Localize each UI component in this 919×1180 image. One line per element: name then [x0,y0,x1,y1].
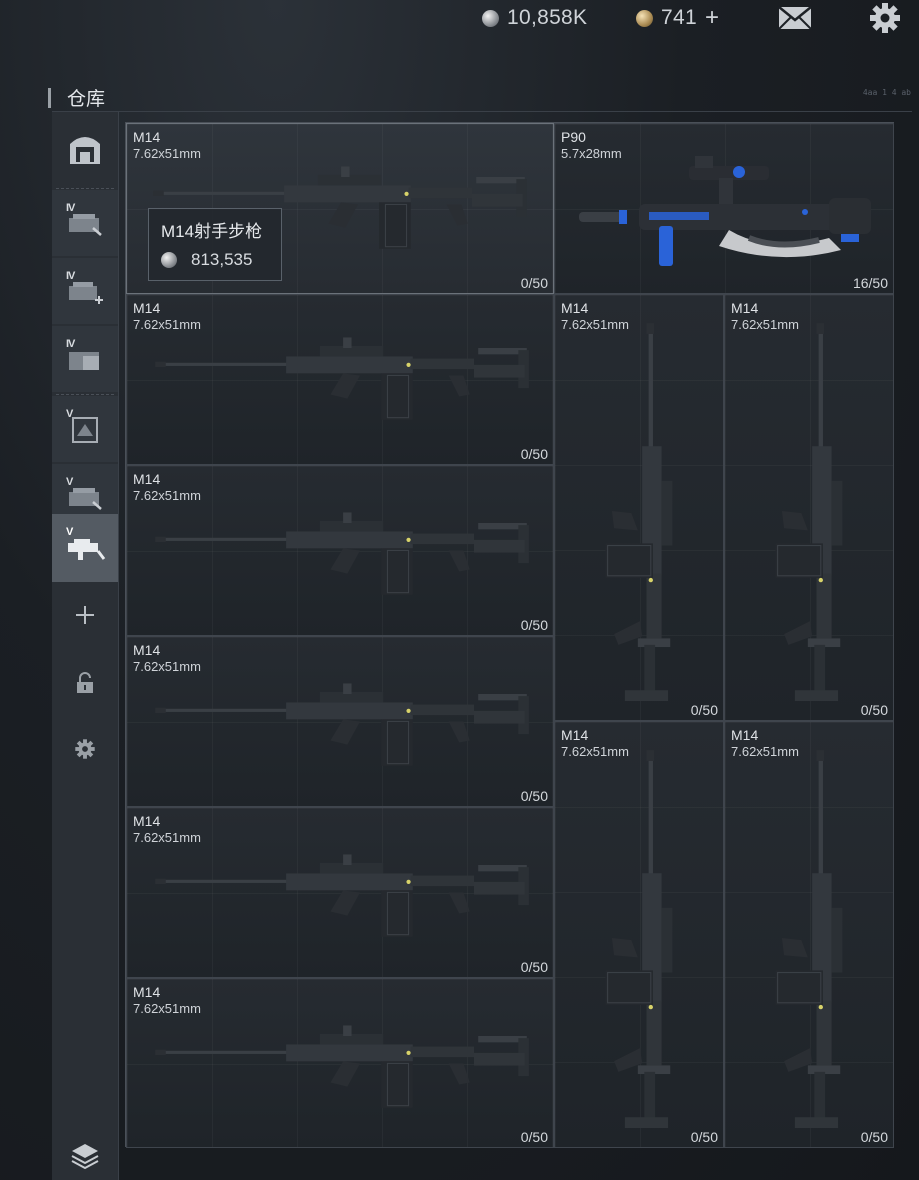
item-name: M14 [731,727,759,743]
m14-rifle-image [604,322,673,701]
storage-sidebar: IV IV IV V V V [52,112,119,1180]
tier-label: IV [66,338,75,350]
m14-rifle-image [154,853,530,938]
top-bar: 10,858K 741 + [0,0,919,40]
tier-label: V [66,408,73,420]
item-count: 0/50 [690,702,718,718]
grid-item-m14[interactable]: M14 7.62x51mm 0/50 [554,294,724,721]
grid-item-m14[interactable]: M14 7.62x51mm M14射手步枪 813,535 0/50 [126,123,554,294]
tooltip-item-name: M14射手步枪 [161,222,263,241]
sidebar-item-case-iv-3[interactable]: IV [52,326,118,392]
item-count: 0/50 [520,617,548,633]
item-name: M14 [731,300,759,316]
m14-rifle-image [154,336,530,421]
grid-item-m14[interactable]: M14 7.62x51mm 0/50 [126,807,554,978]
storage-header: 仓库 [48,84,105,111]
silver-currency[interactable]: 10,858K [482,6,587,30]
safe-box-icon [70,137,100,164]
tier-label: IV [66,270,75,282]
item-name: M14 [561,300,589,316]
lock-icon [77,672,93,693]
sidebar-lock-button[interactable] [52,650,118,716]
storage-title: 仓库 [67,89,106,110]
item-caliber: 7.62x51mm [133,659,201,674]
tier-label: V [66,526,73,538]
silver-coin-icon [482,9,499,27]
m14-rifle-image [774,322,843,701]
grid-item-p90[interactable]: P90 5.7x28mm 16/50 [554,123,894,294]
item-count: 0/50 [860,702,888,718]
grid-item-m14[interactable]: M14 7.62x51mm 0/50 [724,294,894,721]
title-accent-bar [48,87,51,108]
p90-smg-image [579,156,871,266]
item-name: M14 [133,984,161,1000]
item-name: M14 [561,727,589,743]
tier-label: IV [66,202,75,214]
item-name: M14 [133,642,161,658]
item-caliber: 7.62x51mm [133,488,201,503]
sidebar-settings-button[interactable] [52,716,118,782]
sidebar-add-button[interactable] [52,582,118,648]
silver-coin-icon [161,252,177,268]
tooltip-price-value: 813,535 [191,250,253,269]
m14-rifle-image [774,749,843,1128]
grid-item-m14[interactable]: M14 7.62x51mm 0/50 [126,978,554,1148]
grid-item-m14[interactable]: M14 7.62x51mm 0/50 [724,721,894,1148]
sidebar-item-case-iv-2[interactable]: IV [52,258,118,324]
item-tooltip: M14射手步枪 813,535 [148,208,282,281]
item-name: M14 [133,813,161,829]
item-name: M14 [133,300,161,316]
gold-amount: 741 [661,6,697,29]
m14-rifle-image [154,682,530,767]
item-caliber: 7.62x51mm [133,830,201,845]
gear-icon[interactable] [868,1,902,35]
plus-icon [76,606,94,624]
gold-coin-icon [636,9,653,27]
item-count: 0/50 [860,1129,888,1145]
item-caliber: 7.62x51mm [133,1001,201,1016]
item-count: 0/50 [520,1129,548,1145]
grid-item-m14[interactable]: M14 7.62x51mm 0/50 [554,721,724,1148]
sidebar-item-safe[interactable] [52,116,118,182]
gear-icon [75,739,95,759]
header-divider [52,111,912,112]
grid-item-m14[interactable]: M14 7.62x51mm 0/50 [126,294,554,465]
sidebar-item-case-iv-1[interactable]: IV [52,190,118,256]
tier-label: V [66,476,73,488]
item-count: 0/50 [520,959,548,975]
m14-rifle-image [154,511,530,596]
sidebar-separator [56,394,114,395]
item-count: 0/50 [520,446,548,462]
item-count: 16/50 [852,275,888,291]
sidebar-separator [56,188,114,189]
mail-icon[interactable] [778,6,812,30]
item-name: M14 [133,471,161,487]
grid-item-m14[interactable]: M14 7.62x51mm 0/50 [126,465,554,636]
gold-currency[interactable]: 741 + [636,4,719,32]
silver-amount: 10,858K [507,6,588,29]
sidebar-item-case-v-1[interactable]: V [52,396,118,462]
m14-rifle-image [154,1024,530,1109]
item-name: P90 [561,129,586,145]
item-name: M14 [133,129,161,145]
tooltip-price: 813,535 [161,250,252,270]
layers-icon[interactable] [70,1140,100,1170]
item-count: 0/50 [520,275,548,291]
item-count: 0/50 [520,788,548,804]
corner-tag: 4aa 1 4 ab [862,88,911,97]
storage-grid: M14 7.62x51mm M14射手步枪 813,535 0/50 P90 5… [125,122,894,1148]
grid-item-m14[interactable]: M14 7.62x51mm 0/50 [126,636,554,807]
sidebar-item-case-v-3[interactable]: V [52,514,118,582]
add-gold-button[interactable]: + [705,4,719,32]
item-count: 0/50 [690,1129,718,1145]
m14-rifle-image [604,749,673,1128]
